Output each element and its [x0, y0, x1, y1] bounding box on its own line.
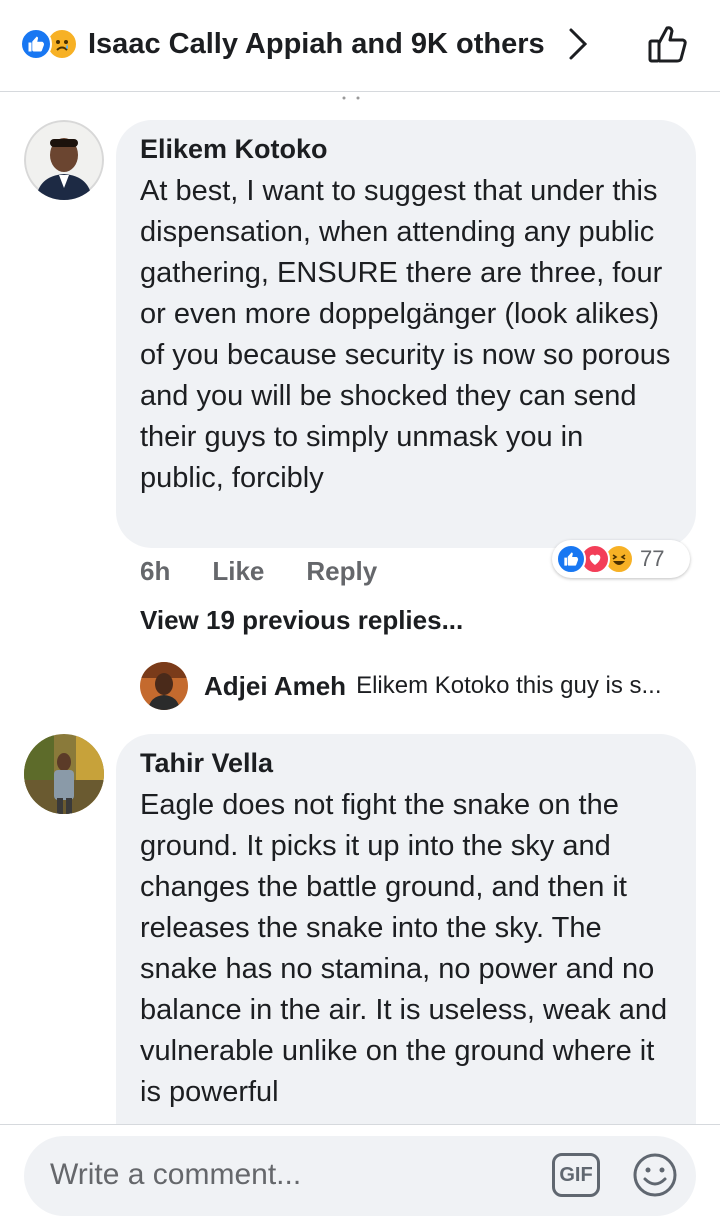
- reply-link[interactable]: Reply: [306, 556, 377, 587]
- comment-bubble: Elikem Kotoko At best, I want to suggest…: [116, 120, 696, 548]
- chevron-right-icon[interactable]: [567, 27, 593, 61]
- reactors-text: Isaac Cally Appiah and 9K others: [88, 27, 545, 60]
- avatar-tahir[interactable]: [24, 734, 104, 814]
- comment-input[interactable]: Write a comment...: [50, 1158, 301, 1192]
- comment-author[interactable]: Elikem Kotoko: [140, 134, 672, 165]
- emoji-icon[interactable]: [632, 1152, 678, 1198]
- like-reaction-icon: [20, 28, 52, 60]
- like-link[interactable]: Like: [212, 556, 264, 587]
- reply-author[interactable]: Adjei Ameh: [204, 671, 346, 702]
- like-reaction-icon: [556, 544, 586, 574]
- scroll-residue: [334, 88, 366, 100]
- reactions-header: Isaac Cally Appiah and 9K others: [0, 0, 720, 92]
- avatar-elikem[interactable]: [24, 120, 104, 200]
- reply-text: Elikem Kotoko this guy is s...: [356, 672, 662, 699]
- comment-text: Eagle does not fight the snake on the gr…: [140, 789, 668, 1108]
- reactors-summary[interactable]: Isaac Cally Appiah and 9K others: [20, 24, 593, 64]
- reply-preview[interactable]: Adjei Ameh Elikem Kotoko this guy is s..…: [140, 660, 700, 712]
- gif-button[interactable]: GIF: [552, 1153, 600, 1197]
- avatar-adjei[interactable]: [140, 662, 188, 710]
- comment-reactions[interactable]: 77: [552, 540, 690, 578]
- comment-timestamp: 6h: [140, 555, 171, 586]
- comment-actions: 6h Like Reply: [140, 553, 419, 589]
- comment-text: At best, I want to suggest that under th…: [140, 175, 671, 494]
- view-previous-replies-link[interactable]: View 19 previous replies...: [140, 605, 463, 636]
- reaction-count: 77: [640, 546, 665, 571]
- comment-author[interactable]: Tahir Vella: [140, 748, 672, 779]
- thumbs-up-outline-icon[interactable]: [644, 22, 692, 66]
- comment-composer[interactable]: Write a comment... GIF: [24, 1136, 696, 1216]
